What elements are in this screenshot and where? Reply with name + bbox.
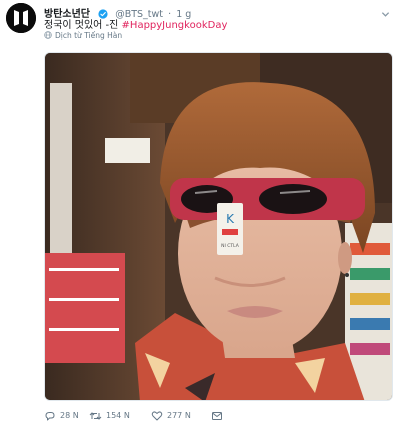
direct-message-icon [212, 412, 222, 420]
translate-link[interactable]: Dịch từ Tiếng Hàn [44, 31, 122, 41]
translate-label: Dịch từ Tiếng Hàn [55, 31, 123, 40]
tweet-header: 방탄소년단 @BTS_twt · 1 g [44, 2, 390, 20]
tweet-photo[interactable]: K NI CTLA [44, 52, 393, 401]
photo-tag-letter: K [226, 212, 235, 226]
avatar[interactable] [6, 3, 36, 33]
like-icon [151, 411, 163, 421]
bts-logo-icon [6, 3, 36, 33]
globe-icon [44, 31, 52, 41]
retweet-button[interactable]: 154 N [89, 410, 130, 422]
reply-count: 28 N [60, 411, 79, 420]
tweet-text-body: 정국이 멋있어 -진 [44, 20, 122, 31]
like-button[interactable]: 277 N [151, 410, 191, 422]
chevron-down-icon[interactable] [381, 4, 390, 23]
photo-illustration: K NI CTLA [45, 53, 392, 400]
reply-button[interactable]: 28 N [44, 410, 79, 422]
photo-tag-small: NI CTLA [221, 243, 240, 249]
direct-message-button[interactable] [211, 410, 223, 422]
tweet-text: 정국이 멋있어 -진 #HappyJungkookDay [44, 16, 227, 31]
retweet-icon [89, 412, 102, 420]
reply-icon [45, 412, 55, 421]
retweet-count: 154 N [106, 411, 130, 420]
hashtag-link[interactable]: #HappyJungkookDay [122, 20, 228, 31]
like-count: 277 N [167, 411, 191, 420]
